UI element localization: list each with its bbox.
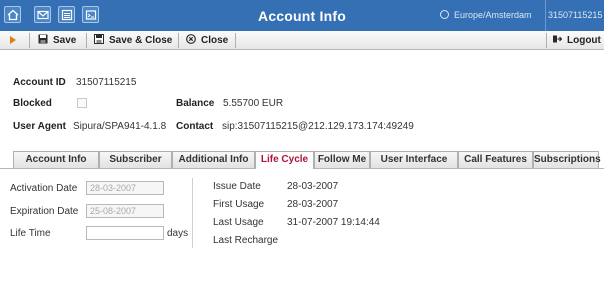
title-bar: Account Info Europe/Amsterdam 3150711521…: [0, 0, 604, 31]
tab-label: Account Info: [25, 154, 87, 165]
activation-date-field[interactable]: 28-03-2007: [86, 181, 164, 195]
tab-subscriber[interactable]: Subscriber: [99, 151, 172, 168]
account-id-value: 31507115215: [76, 77, 137, 88]
floppy-disk-icon: [94, 34, 104, 44]
account-id-label: Account ID: [13, 77, 66, 88]
tab-call-features[interactable]: Call Features: [458, 151, 533, 168]
tab-label: Additional Info: [178, 154, 249, 165]
title-divider: [545, 0, 546, 31]
save-close-button[interactable]: Save & Close: [94, 33, 172, 48]
first-usage-value: 28-03-2007: [287, 199, 339, 210]
timezone-indicator[interactable]: Europe/Amsterdam: [440, 10, 532, 20]
toolbar-divider: [546, 33, 547, 48]
balance-value: 5.55700 EUR: [223, 98, 284, 109]
close-button[interactable]: Close: [186, 33, 228, 48]
last-usage-value: 31-07-2007 19:14:44: [287, 217, 380, 228]
activation-date-label: Activation Date: [10, 183, 78, 194]
tab-label: Follow Me: [317, 154, 367, 165]
close-label: Close: [201, 35, 229, 46]
toolbar-divider: [29, 33, 30, 48]
tab-label: Call Features: [464, 154, 527, 165]
tab-bar: Account Info Subscriber Additional Info …: [13, 151, 601, 169]
contact-value: sip:31507115215@212.129.173.174:49249: [222, 121, 414, 132]
issue-date-label: Issue Date: [213, 181, 261, 192]
last-usage-label: Last Usage: [213, 217, 264, 228]
life-time-field[interactable]: [86, 226, 164, 240]
floppy-disk-icon: [38, 34, 48, 44]
blocked-checkbox[interactable]: [77, 98, 87, 108]
balance-label: Balance: [176, 98, 215, 109]
tab-additional-info[interactable]: Additional Info: [172, 151, 255, 168]
toolbar: Save Save & Close Close Logout: [0, 31, 604, 50]
tab-subscriptions[interactable]: Subscriptions: [533, 151, 601, 168]
save-close-label: Save & Close: [109, 35, 173, 46]
life-time-unit: days: [167, 228, 189, 239]
life-time-label: Life Time: [10, 228, 51, 239]
last-recharge-label: Last Recharge: [213, 235, 279, 246]
globe-icon: [440, 10, 449, 19]
contact-label: Contact: [176, 121, 214, 132]
toolbar-divider: [235, 33, 236, 48]
arrow-right-icon: [10, 36, 16, 44]
toolbar-divider: [86, 33, 87, 48]
blocked-label: Blocked: [13, 98, 52, 109]
issue-date-value: 28-03-2007: [287, 181, 339, 192]
logout-label: Logout: [567, 35, 601, 46]
logout-button[interactable]: Logout: [552, 33, 601, 48]
save-label: Save: [53, 35, 77, 46]
close-circle-icon: [186, 34, 196, 44]
tab-follow-me[interactable]: Follow Me: [314, 151, 370, 168]
column-divider: [192, 178, 193, 248]
toolbar-divider: [178, 33, 179, 48]
tab-label: Subscriber: [109, 154, 162, 165]
user-agent-label: User Agent: [13, 121, 66, 132]
first-usage-label: First Usage: [213, 199, 265, 210]
expiration-date-field[interactable]: 25-08-2007: [86, 204, 164, 218]
tab-label: Subscriptions: [534, 154, 601, 165]
account-number: 31507115215: [548, 10, 603, 20]
expiration-date-label: Expiration Date: [10, 206, 79, 217]
logout-icon: [552, 34, 563, 44]
tab-account-info[interactable]: Account Info: [13, 151, 99, 168]
tab-life-cycle[interactable]: Life Cycle: [255, 151, 314, 169]
save-button[interactable]: Save: [38, 33, 76, 48]
tab-label: User Interface: [380, 154, 448, 165]
tab-user-interface[interactable]: User Interface: [370, 151, 458, 168]
user-agent-value: Sipura/SPA941-4.1.8: [73, 121, 167, 132]
timezone-label: Europe/Amsterdam: [454, 10, 532, 20]
tab-label: Life Cycle: [260, 154, 309, 165]
